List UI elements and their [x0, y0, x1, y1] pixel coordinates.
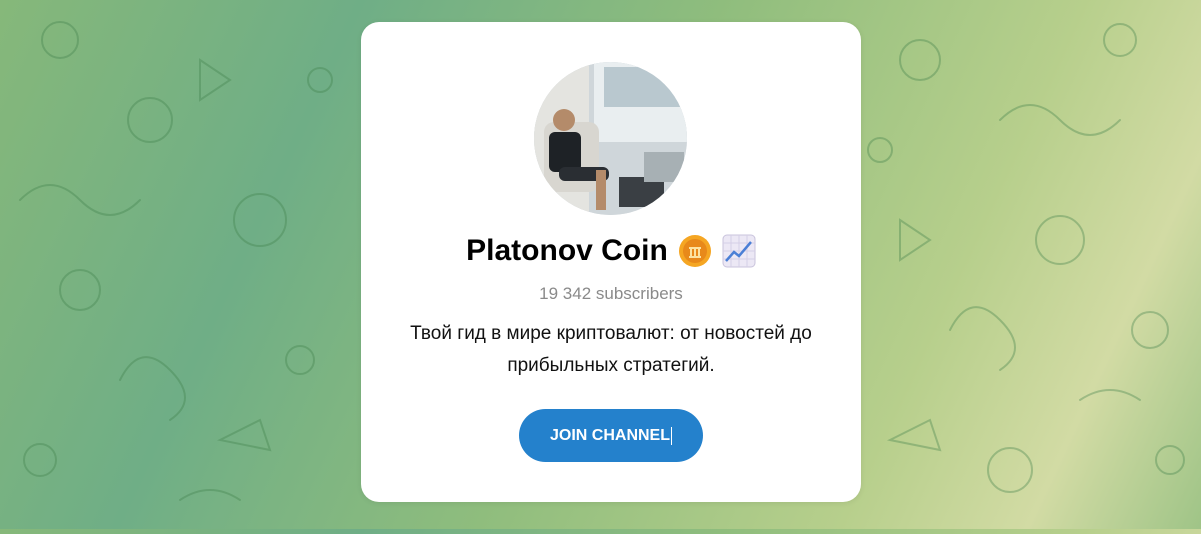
channel-title-row: Platonov Coin	[361, 234, 861, 268]
channel-description: Твой гид в мире криптовалют: от новостей…	[410, 323, 812, 376]
channel-avatar	[534, 62, 687, 215]
chart-increasing-icon	[722, 234, 756, 268]
join-channel-button[interactable]: JOIN CHANNEL	[519, 409, 703, 462]
text-cursor	[671, 426, 672, 445]
channel-title: Platonov Coin	[466, 234, 668, 267]
channel-card: Platonov Coin 19 342 subscribers Твой ги…	[361, 22, 861, 502]
coin-emoji-icon	[678, 234, 712, 268]
subscriber-count: 19 342 subscribers	[539, 284, 683, 303]
join-channel-label: JOIN CHANNEL	[549, 426, 670, 444]
